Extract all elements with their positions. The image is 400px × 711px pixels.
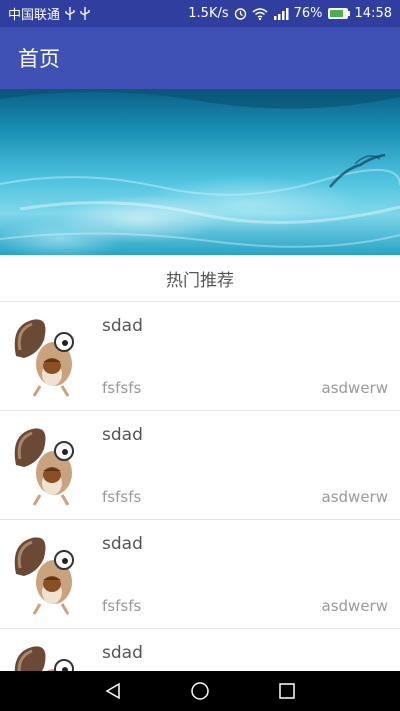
alarm-icon	[234, 7, 247, 20]
item-thumbnail	[10, 425, 92, 507]
list-item[interactable]: sdad fsfsfs asdwerw	[0, 629, 400, 671]
item-title: sdad	[102, 316, 143, 336]
page-title: 首页	[18, 47, 60, 71]
wifi-icon	[252, 7, 268, 20]
status-bar: 中国联通 1.5K/s 76% 14:58	[0, 0, 400, 27]
clock: 14:58	[354, 6, 392, 21]
usb-debug-icon	[80, 7, 90, 20]
back-icon[interactable]	[98, 676, 128, 706]
item-title: sdad	[102, 534, 143, 554]
system-nav-bar	[0, 671, 400, 711]
section-title: 热门推荐	[166, 270, 234, 291]
item-meta: asdwerw	[321, 488, 388, 506]
item-subtitle: fsfsfs	[102, 488, 142, 506]
banner-carousel[interactable]	[0, 89, 400, 255]
carrier-label: 中国联通	[8, 8, 61, 23]
home-icon[interactable]	[185, 676, 215, 706]
item-thumbnail	[10, 534, 92, 616]
item-title: sdad	[102, 425, 143, 445]
item-thumbnail	[10, 643, 92, 671]
net-speed: 1.5K/s	[188, 6, 229, 21]
recents-icon[interactable]	[272, 676, 302, 706]
list-item[interactable]: sdad fsfsfs asdwerw	[0, 520, 400, 629]
signal-icon	[273, 7, 289, 20]
item-meta: asdwerw	[321, 379, 388, 397]
usb-icon	[65, 7, 75, 20]
item-subtitle: fsfsfs	[102, 597, 142, 615]
item-title: sdad	[102, 643, 143, 663]
item-meta: asdwerw	[321, 597, 388, 615]
item-subtitle: fsfsfs	[102, 379, 142, 397]
section-header: 热门推荐	[0, 255, 400, 302]
item-thumbnail	[10, 316, 92, 398]
list-item[interactable]: sdad fsfsfs asdwerw	[0, 302, 400, 411]
banner-image	[0, 89, 400, 248]
list-item[interactable]: sdad fsfsfs asdwerw	[0, 411, 400, 520]
recommend-list[interactable]: sdad fsfsfs asdwerw sdad fsfsfs asdwerw	[0, 302, 400, 671]
battery-icon	[327, 8, 350, 19]
battery-percent: 76%	[293, 6, 323, 21]
app-toolbar: 首页	[0, 27, 400, 89]
